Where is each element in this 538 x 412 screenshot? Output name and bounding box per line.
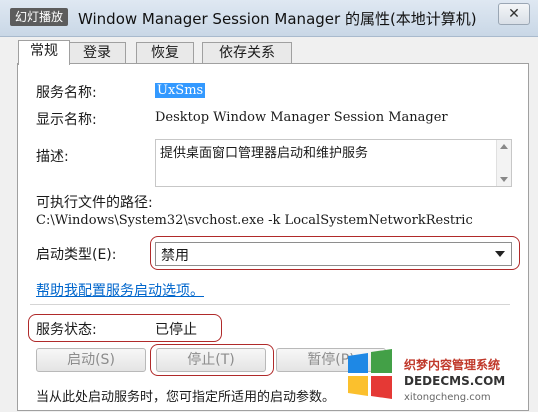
watermark: 织梦内容管理系统 DEDECMS.COM xitongcheng.com [342, 338, 532, 408]
service-name-selection: UxSms [155, 83, 206, 98]
startup-type-value: 禁用 [161, 248, 189, 264]
close-icon: ✕ [508, 6, 520, 22]
help-link[interactable]: 帮助我配置服务启动选项。 [36, 280, 204, 300]
description-value: 提供桌面窗口管理器启动和维护服务 [160, 146, 369, 161]
service-status-value: 已停止 [155, 322, 197, 338]
windows-logo-icon [348, 349, 392, 399]
watermark-line1: 织梦内容管理系统 [404, 358, 501, 372]
service-name-label: 服务名称: [36, 85, 97, 101]
exe-path-label: 可执行文件的路径: [36, 195, 153, 211]
app-badge: 幻灯播放 [10, 8, 69, 26]
tab-logon[interactable]: 登录 [68, 42, 126, 63]
tab-general-label: 常规 [30, 43, 58, 59]
tab-recovery-label: 恢复 [151, 45, 179, 61]
watermark-line2: DEDECMS.COM [404, 374, 506, 388]
display-name-label: 显示名称: [36, 112, 97, 128]
service-name-value[interactable]: UxSms [155, 83, 206, 98]
startup-type-select[interactable]: 禁用 [155, 242, 512, 266]
scroll-up-icon[interactable] [500, 144, 508, 149]
footer-note: 当从此处启动服务时，您可指定所适用的启动参数。 [36, 390, 336, 405]
tab-logon-label: 登录 [83, 45, 111, 61]
tab-recovery[interactable]: 恢复 [136, 42, 194, 63]
description-scrollbar[interactable] [496, 140, 511, 186]
window-title: Window Manager Session Manager 的属性(本地计算机… [78, 10, 477, 28]
watermark-line3: xitongcheng.com [404, 392, 491, 403]
service-status-label: 服务状态: [36, 322, 97, 338]
start-button-label: 启动(S) [67, 352, 115, 368]
startup-type-label: 启动类型(E): [36, 247, 117, 263]
exe-path-field[interactable]: C:\Windows\System32\svchost.exe -k Local… [36, 212, 512, 230]
scroll-down-icon[interactable] [500, 177, 508, 182]
exe-path-value: C:\Windows\System32\svchost.exe -k Local… [36, 213, 473, 228]
description-label: 描述: [36, 149, 69, 165]
close-button[interactable]: ✕ [498, 3, 530, 25]
stop-button-label: 停止(T) [187, 352, 235, 368]
display-name-value[interactable]: Desktop Window Manager Session Manager [155, 110, 448, 125]
chevron-down-icon [495, 251, 505, 257]
tab-dependencies[interactable]: 依存关系 [202, 42, 292, 63]
description-box[interactable]: 提供桌面窗口管理器启动和维护服务 [155, 139, 512, 187]
divider [30, 304, 510, 305]
tab-general[interactable]: 常规 [18, 40, 70, 65]
title-bar: 幻灯播放 Window Manager Session Manager 的属性(… [0, 0, 538, 37]
start-button[interactable]: 启动(S) [36, 348, 146, 372]
stop-button[interactable]: 停止(T) [156, 348, 266, 372]
tab-dependencies-label: 依存关系 [219, 45, 275, 61]
